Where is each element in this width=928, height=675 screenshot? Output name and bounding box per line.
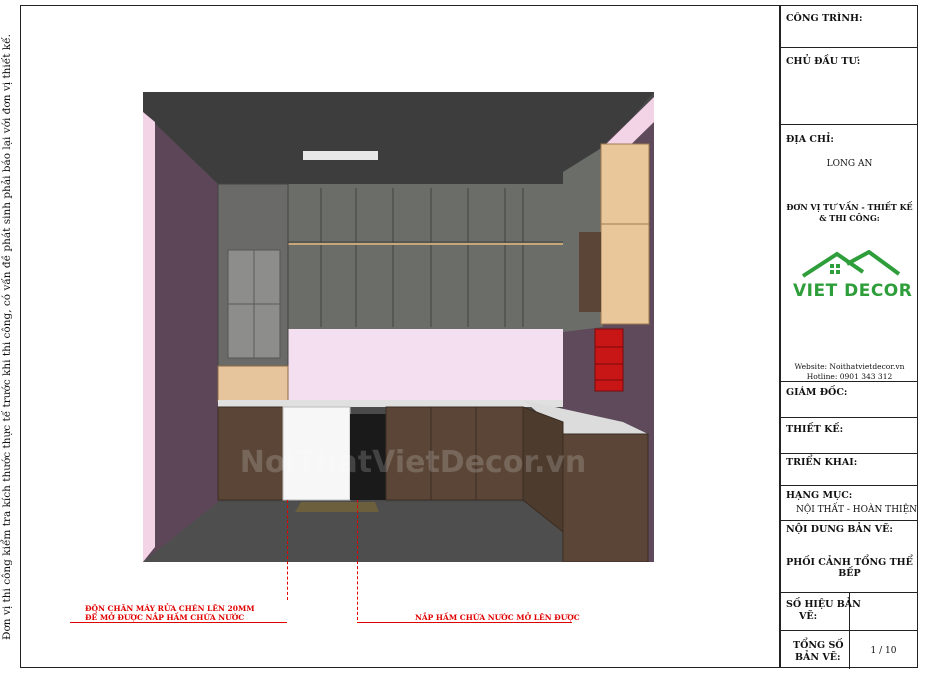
tong-so-value: 1 / 10 — [870, 646, 897, 656]
leader-dishwasher — [287, 500, 288, 600]
hang-muc-value: NỘI THẤT - HOÀN THIỆN — [795, 505, 918, 515]
title-block: CÔNG TRÌNH: CHỦ ĐẦU TƯ: ĐỊA CHỈ: LONG AN… — [780, 5, 918, 669]
dia-chi-label: ĐỊA CHỈ: — [786, 134, 834, 145]
thiet-ke-label: THIẾT KẾ: — [786, 424, 844, 435]
so-hieu-label-1: SỐ HIỆU BẢN — [786, 599, 861, 610]
back-wall-backsplash — [288, 327, 568, 402]
note-dishwasher-line2: ĐỂ MỞ ĐƯỢC NẮP HẦM CHỨA NƯỚC — [85, 613, 245, 622]
thiet-ke-cell: THIẾT KẾ: — [781, 418, 918, 454]
red-window — [594, 328, 624, 392]
hang-muc-label: HẠNG MỤC: — [786, 490, 853, 501]
tong-so-label-2: BẢN VẼ: — [795, 652, 841, 663]
drawing-sheet: Đơn vị thi công kiểm tra kích thước thực… — [0, 0, 928, 675]
noi-dung-cell: NỘI DUNG BẢN VẼ: PHỐI CẢNH TỔNG THỂ BẾP — [781, 521, 918, 593]
floor-mat — [295, 502, 379, 512]
tong-so-label-1: TỔNG SỐ — [793, 640, 844, 651]
side-note: Đơn vị thi công kiểm tra kích thước thực… — [1, 34, 13, 640]
noi-dung-value: PHỐI CẢNH TỔNG THỂ BẾP — [786, 557, 913, 579]
kitchen-render: NoiThatVietDecor.vn — [143, 92, 654, 562]
note-hatch: NẮP HẦM CHỨA NƯỚC MỞ LÊN ĐƯỢC — [415, 613, 580, 622]
chu-dau-tu-label: CHỦ ĐẦU TƯ: — [786, 56, 861, 67]
logo-house-icon — [801, 250, 901, 278]
logo-text: VIET DECOR — [793, 281, 913, 301]
hotline: Hotline: 0901 343 312 — [806, 372, 893, 381]
right-wood-cabinet-bottom — [600, 223, 650, 325]
cong-trinh-cell: CÔNG TRÌNH: — [781, 6, 918, 48]
right-wood-cabinet-top — [600, 143, 650, 225]
dia-chi-value: LONG AN — [826, 159, 873, 169]
website: Website: Noithatvietdecor.vn — [794, 362, 905, 371]
trien-khai-label: TRIỂN KHAI: — [786, 457, 858, 468]
underline-dishwasher — [70, 622, 287, 623]
dia-chi-cell: ĐỊA CHỈ: LONG AN — [781, 125, 918, 195]
don-vi-line1: ĐƠN VỊ TƯ VẤN - THIẾT KẾ — [786, 202, 913, 212]
underline-hatch — [357, 622, 572, 623]
chu-dau-tu-cell: CHỦ ĐẦU TƯ: — [781, 48, 918, 125]
cong-trinh-label: CÔNG TRÌNH: — [786, 13, 863, 24]
ceiling-light — [303, 151, 378, 160]
open-shelf — [217, 365, 289, 403]
countertop — [218, 400, 563, 407]
so-hieu-label-2: VẼ: — [799, 611, 818, 622]
so-hieu-cell: SỐ HIỆU BẢN VẼ: — [781, 593, 918, 631]
right-open-cubby — [579, 232, 601, 312]
don-vi-line2: & THI CÔNG: — [819, 213, 880, 223]
giam-doc-cell: GIÁM ĐỐC: — [781, 382, 918, 418]
trien-khai-cell: TRIỂN KHAI: — [781, 454, 918, 486]
hang-muc-cell: HẠNG MỤC: NỘI THẤT - HOÀN THIỆN — [781, 486, 918, 521]
note-dishwasher-line1: ĐÔN CHÂN MÁY RỬA CHÉN LÊN 20MM — [85, 604, 255, 613]
watermark: NoiThatVietDecor.vn — [240, 445, 587, 480]
don-vi-cell: ĐƠN VỊ TƯ VẤN - THIẾT KẾ & THI CÔNG: VIE… — [781, 195, 918, 382]
tong-so-cell: TỔNG SỐ BẢN VẼ: 1 / 10 — [781, 631, 918, 669]
noi-dung-label: NỘI DUNG BẢN VẼ: — [786, 524, 893, 535]
left-wall-edge — [143, 112, 155, 562]
leader-hatch — [357, 500, 358, 620]
giam-doc-label: GIÁM ĐỐC: — [786, 387, 848, 398]
